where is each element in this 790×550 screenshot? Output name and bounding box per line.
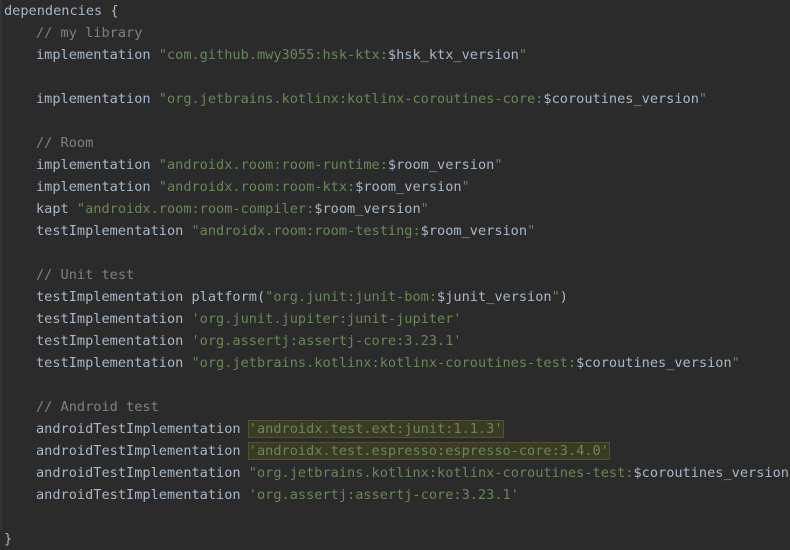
code-token: testImplementation — [36, 223, 192, 239]
code-token: ) — [559, 289, 568, 305]
code-token: " — [527, 223, 536, 239]
code-token: $room_version — [387, 157, 495, 173]
code-token: " — [731, 355, 740, 371]
code-token: // Android test — [36, 399, 159, 415]
code-token: $junit_version — [437, 289, 552, 305]
code-line[interactable]: implementation "androidx.room:room-runti… — [36, 154, 503, 176]
code-line[interactable]: androidTestImplementation 'androidx.test… — [36, 418, 504, 440]
code-token: "org.jetbrains.kotlinx:kotlinx-coroutine… — [191, 355, 577, 371]
code-token: "org.junit:junit-bom: — [265, 289, 438, 305]
code-line[interactable]: kapt "androidx.room:room-compiler:$room_… — [36, 198, 429, 220]
code-token: implementation — [36, 91, 159, 107]
code-token: } — [4, 531, 13, 547]
code-token: $room_version — [355, 179, 462, 195]
code-line[interactable]: testImplementation platform("org.junit:j… — [36, 286, 568, 308]
code-token: // Room — [36, 135, 94, 151]
code-line[interactable]: testImplementation "org.jetbrains.kotlin… — [36, 352, 740, 374]
code-token: // my library — [36, 25, 143, 41]
code-token: dependencies { — [4, 3, 119, 19]
code-token: $coroutines_version — [543, 91, 699, 107]
code-token: implementation — [36, 179, 159, 195]
code-token: testImplementation platform( — [36, 289, 266, 305]
code-line[interactable]: // my library — [36, 22, 142, 44]
code-line[interactable]: implementation "com.github.mwy3055:hsk-k… — [36, 44, 527, 66]
code-line[interactable]: implementation "org.jetbrains.kotlinx:ko… — [36, 88, 707, 110]
code-token: androidTestImplementation — [36, 487, 249, 503]
code-line[interactable]: // Unit test — [36, 264, 134, 286]
code-token: testImplementation — [36, 355, 192, 371]
code-token: "org.jetbrains.kotlinx:kotlinx-coroutine… — [158, 91, 544, 107]
code-line[interactable]: // Room — [36, 132, 93, 154]
code-token: // Unit test — [36, 267, 135, 283]
code-token: " — [698, 91, 708, 107]
code-token: 'org.assertj:assertj-core:3.23.1' — [191, 333, 462, 349]
code-token: $hsk_ktx_version — [387, 47, 519, 63]
code-token: "androidx.room:room-testing: — [191, 223, 421, 239]
code-line[interactable]: testImplementation 'org.junit.jupiter:ju… — [36, 308, 462, 330]
code-token: 'org.assertj:assertj-core:3.23.1' — [248, 487, 519, 503]
code-line[interactable]: implementation "androidx.room:room-ktx:$… — [36, 176, 470, 198]
code-line[interactable]: androidTestImplementation 'androidx.test… — [36, 440, 610, 462]
code-token: 'androidx.test.espresso:espresso-core:3.… — [247, 442, 610, 460]
code-token: implementation — [36, 157, 159, 173]
code-token: 'androidx.test.ext:junit:1.1.3' — [247, 420, 504, 438]
code-token: $coroutines_version — [576, 355, 732, 371]
code-token: $room_version — [314, 201, 421, 217]
code-token: " — [494, 157, 503, 173]
code-line[interactable]: androidTestImplementation "org.jetbrains… — [36, 462, 790, 484]
code-token: "com.github.mwy3055:hsk-ktx: — [158, 47, 388, 63]
code-token: androidTestImplementation — [36, 465, 249, 481]
code-token: "org.jetbrains.kotlinx:kotlinx-coroutine… — [248, 465, 634, 481]
code-token: testImplementation — [36, 311, 192, 327]
code-line[interactable]: androidTestImplementation 'org.assertj:a… — [36, 484, 519, 506]
code-token: androidTestImplementation — [36, 421, 249, 437]
code-token: "androidx.room:room-runtime: — [158, 157, 388, 173]
code-token: "androidx.room:room-compiler: — [76, 201, 315, 217]
code-token: androidTestImplementation — [36, 443, 249, 459]
code-editor[interactable]: dependencies { // my library implementatio… — [0, 0, 790, 547]
code-line[interactable]: testImplementation 'org.assertj:assertj-… — [36, 330, 462, 352]
code-line[interactable]: dependencies { — [4, 0, 119, 22]
code-token: " — [420, 201, 429, 217]
code-token: $coroutines_version — [633, 465, 789, 481]
code-token: implementation — [36, 47, 159, 63]
code-token: kapt — [36, 201, 77, 217]
code-line[interactable]: } — [4, 528, 12, 550]
code-token: "androidx.room:room-ktx: — [158, 179, 356, 195]
editor-gutter-edge — [0, 0, 2, 530]
code-token: 'org.junit.jupiter:junit-jupiter' — [191, 311, 462, 327]
code-token: testImplementation — [36, 333, 192, 349]
code-line[interactable]: testImplementation "androidx.room:room-t… — [36, 220, 535, 242]
code-token: $room_version — [420, 223, 528, 239]
code-token: " — [551, 289, 560, 305]
code-token: " — [461, 179, 470, 195]
code-token: " — [518, 47, 528, 63]
code-line[interactable]: // Android test — [36, 396, 159, 418]
